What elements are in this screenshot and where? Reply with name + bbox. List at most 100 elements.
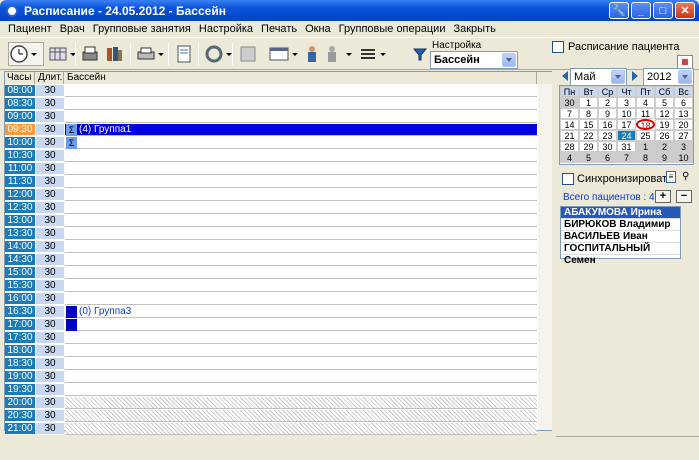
slot-cell[interactable]: Σ (4) Группа1: [65, 124, 537, 136]
calendar-day[interactable]: 19: [655, 119, 674, 130]
calendar-day[interactable]: 2: [655, 141, 674, 152]
clock-button[interactable]: [8, 42, 44, 66]
menu-item[interactable]: Настройка: [195, 23, 257, 35]
slot-cell[interactable]: [65, 241, 537, 253]
menu-item[interactable]: Закрыть: [449, 23, 499, 35]
calendar-day[interactable]: 21: [560, 130, 579, 141]
calendar-day[interactable]: 27: [674, 130, 693, 141]
table-row[interactable]: 12:30 30: [5, 202, 537, 215]
refresh-button[interactable]: [204, 42, 232, 66]
menu-item[interactable]: Групповые операции: [335, 23, 450, 35]
calendar-day[interactable]: 1: [579, 97, 598, 108]
table-row[interactable]: 13:30 30: [5, 228, 537, 241]
slot-cell[interactable]: [65, 267, 537, 279]
sync-checkbox[interactable]: Синхронизировать: [562, 173, 673, 185]
calendar-day[interactable]: 23: [598, 130, 617, 141]
calendar-day[interactable]: 4: [560, 152, 579, 163]
patient-schedule-checkbox[interactable]: Расписание пациента: [552, 41, 679, 53]
calendar-day[interactable]: 6: [674, 97, 693, 108]
remove-patient-button[interactable]: −: [676, 190, 692, 203]
calendar-day[interactable]: 3: [617, 97, 636, 108]
calendar-day[interactable]: 20: [674, 119, 693, 130]
table-row[interactable]: 11:00 30: [5, 163, 537, 176]
group-label[interactable]: (0) Группа3: [79, 306, 131, 318]
help-tool-button[interactable]: 🔧: [609, 2, 629, 19]
table-row[interactable]: 18:30 30: [5, 358, 537, 371]
slot-cell[interactable]: (0) Группа3: [65, 306, 537, 318]
table-row[interactable]: 12:00 30: [5, 189, 537, 202]
slot-cell[interactable]: [65, 176, 537, 188]
slot-cell[interactable]: [65, 358, 537, 370]
slot-cell[interactable]: [65, 254, 537, 266]
table-row[interactable]: 09:30 30 Σ (4) Группа1: [5, 124, 537, 137]
table-row[interactable]: 19:00 30: [5, 371, 537, 384]
prev-month-button[interactable]: [560, 70, 570, 85]
calendar-day[interactable]: 4: [636, 97, 655, 108]
calendar-day[interactable]: 25: [636, 130, 655, 141]
table-row[interactable]: 17:00 30: [5, 319, 537, 332]
table-row[interactable]: 11:30 30: [5, 176, 537, 189]
calendar-day[interactable]: 13: [674, 108, 693, 119]
close-button[interactable]: ✕: [675, 2, 695, 19]
window-layout-button[interactable]: [268, 42, 298, 66]
settings-select[interactable]: Бассейн: [430, 51, 518, 69]
slot-cell[interactable]: [65, 163, 537, 175]
checkbox[interactable]: [552, 41, 564, 53]
calendar-day[interactable]: 18: [636, 119, 655, 131]
slot-cell[interactable]: [65, 189, 537, 201]
add-patient-button[interactable]: +: [655, 190, 671, 203]
vertical-scrollbar[interactable]: [538, 84, 552, 430]
slot-cell[interactable]: [65, 384, 537, 396]
menu-item[interactable]: Окна: [301, 23, 335, 35]
calendar-day[interactable]: 7: [617, 152, 636, 163]
calendar-day[interactable]: 26: [655, 130, 674, 141]
table-row[interactable]: 14:00 30: [5, 241, 537, 254]
patient-list-item[interactable]: ГОСПИТАЛЬНЫЙ Семен: [561, 243, 680, 266]
calendar-day[interactable]: 10: [617, 108, 636, 119]
calendar-day[interactable]: 31: [617, 141, 636, 152]
user-button[interactable]: [304, 42, 320, 66]
table-row[interactable]: 08:00 30: [5, 85, 537, 98]
slot-cell[interactable]: [65, 111, 537, 123]
month-select[interactable]: Май: [570, 68, 627, 86]
calendar-day[interactable]: 28: [560, 141, 579, 152]
calendar-day[interactable]: 12: [655, 108, 674, 119]
slot-cell[interactable]: [65, 150, 537, 162]
patient-list-item[interactable]: АБАКУМОВА Ирина: [561, 207, 680, 219]
binoculars-icon[interactable]: ⚲: [682, 171, 694, 183]
slot-cell[interactable]: [65, 215, 537, 227]
doc-icon[interactable]: ≡: [666, 171, 676, 183]
calendar-day[interactable]: 11: [636, 108, 655, 119]
print-button[interactable]: [136, 42, 164, 66]
calendar-day[interactable]: 22: [579, 130, 598, 141]
calendar-day[interactable]: 29: [579, 141, 598, 152]
slot-cell[interactable]: [65, 228, 537, 240]
table-row[interactable]: 08:30 30: [5, 98, 537, 111]
calendar-day[interactable]: 10: [674, 152, 693, 163]
books-button[interactable]: [104, 42, 124, 66]
calendar-day[interactable]: 1: [636, 141, 655, 152]
slot-cell[interactable]: [65, 85, 537, 97]
group-label[interactable]: (4) Группа1: [79, 124, 131, 136]
calendar-day[interactable]: 16: [598, 119, 617, 130]
patient-list-item[interactable]: БИРЮКОВ Владимир: [561, 219, 680, 231]
calendar-day[interactable]: 7: [560, 108, 579, 119]
calendar-day[interactable]: 3: [674, 141, 693, 152]
filter-button[interactable]: [412, 42, 428, 66]
table-row[interactable]: 20:00 30: [5, 397, 537, 410]
slot-cell[interactable]: [65, 345, 537, 357]
slot-cell[interactable]: [65, 98, 537, 110]
maximize-button[interactable]: □: [653, 2, 673, 19]
menu-item[interactable]: Групповые занятия: [89, 23, 195, 35]
calendar-day[interactable]: 24: [617, 130, 636, 141]
table-row[interactable]: 10:30 30: [5, 150, 537, 163]
table-row[interactable]: 09:00 30: [5, 111, 537, 124]
patient-list-item[interactable]: ВАСИЛЬЕВ Иван: [561, 231, 680, 243]
calendar-day-icon[interactable]: ▦: [677, 55, 693, 69]
slot-cell[interactable]: [65, 202, 537, 214]
table-row[interactable]: 15:30 30: [5, 280, 537, 293]
menu-item[interactable]: Врач: [56, 23, 89, 35]
minimize-button[interactable]: _: [631, 2, 651, 19]
slot-cell[interactable]: [65, 280, 537, 292]
table-row[interactable]: 15:00 30: [5, 267, 537, 280]
